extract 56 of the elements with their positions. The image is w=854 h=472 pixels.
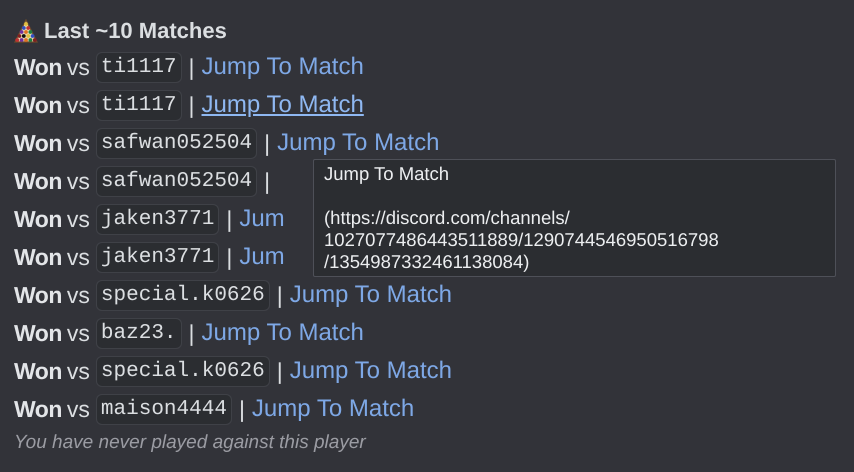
match-result: Won bbox=[14, 54, 62, 80]
separator: | bbox=[188, 92, 195, 118]
separator: | bbox=[276, 282, 283, 308]
tooltip-title: Jump To Match bbox=[324, 163, 450, 185]
separator: | bbox=[226, 206, 232, 232]
tooltip-url: (https://discord.com/channels/ bbox=[324, 207, 571, 229]
opponent-name: ti1117 bbox=[96, 90, 182, 120]
match-result: Won bbox=[14, 168, 62, 194]
section-heading: Last ~10 Matches bbox=[44, 18, 227, 44]
opponent-name: special.k0626 bbox=[96, 280, 270, 310]
separator: | bbox=[238, 396, 245, 422]
vs-label: vs bbox=[66, 168, 90, 194]
match-result: Won bbox=[14, 244, 62, 270]
vs-label: vs bbox=[66, 206, 90, 232]
separator: | bbox=[188, 320, 195, 346]
separator: | bbox=[226, 244, 232, 270]
jump-link[interactable]: Jump To Match bbox=[202, 319, 364, 347]
opponent-name: baz23. bbox=[96, 318, 182, 348]
opponent-name: special.k0626 bbox=[96, 356, 270, 386]
no-history-note: You have never played against this player bbox=[14, 432, 368, 454]
jump-link[interactable]: Jump To Match bbox=[277, 129, 440, 157]
vs-label: vs bbox=[66, 130, 90, 156]
match-result: Won bbox=[14, 320, 62, 346]
vs-label: vs bbox=[66, 282, 90, 308]
vs-label: vs bbox=[66, 358, 90, 384]
tooltip-url: /1354987332461138084) bbox=[324, 251, 530, 273]
vs-label: vs bbox=[66, 396, 90, 422]
jump-link[interactable]: Jum bbox=[239, 205, 285, 233]
opponent-name: ti1117 bbox=[96, 52, 182, 82]
match-result: Won bbox=[14, 282, 62, 308]
separator: | bbox=[264, 168, 270, 194]
match-result: Won bbox=[14, 130, 62, 156]
opponent-name: jaken3771 bbox=[96, 242, 220, 272]
vs-label: vs bbox=[66, 320, 90, 346]
match-result: Won bbox=[14, 92, 62, 118]
vs-label: vs bbox=[66, 54, 90, 80]
separator: | bbox=[188, 54, 195, 80]
opponent-name: safwan052504 bbox=[96, 128, 258, 158]
match-result: Won bbox=[14, 206, 62, 232]
opponent-name: safwan052504 bbox=[96, 166, 258, 196]
jump-link[interactable]: Jum bbox=[239, 243, 285, 271]
match-result: Won bbox=[14, 358, 62, 384]
vs-label: vs bbox=[66, 92, 90, 118]
jump-link[interactable]: Jump To Match bbox=[252, 395, 414, 423]
jump-link[interactable]: Jump To Match bbox=[290, 281, 452, 309]
tooltip-url: 1027077486443511889/1290744546950516798 bbox=[324, 229, 720, 251]
opponent-name: jaken3771 bbox=[96, 204, 220, 234]
separator: | bbox=[276, 358, 283, 384]
vs-label: vs bbox=[66, 244, 90, 270]
opponent-name: maison4444 bbox=[96, 394, 232, 424]
jump-link[interactable]: Jump To Match bbox=[202, 91, 364, 119]
billiard-balls-icon bbox=[14, 19, 38, 43]
separator: | bbox=[264, 130, 270, 156]
match-result: Won bbox=[14, 396, 62, 422]
jump-link[interactable]: Jump To Match bbox=[202, 53, 364, 81]
jump-link[interactable]: Jump To Match bbox=[290, 357, 452, 385]
